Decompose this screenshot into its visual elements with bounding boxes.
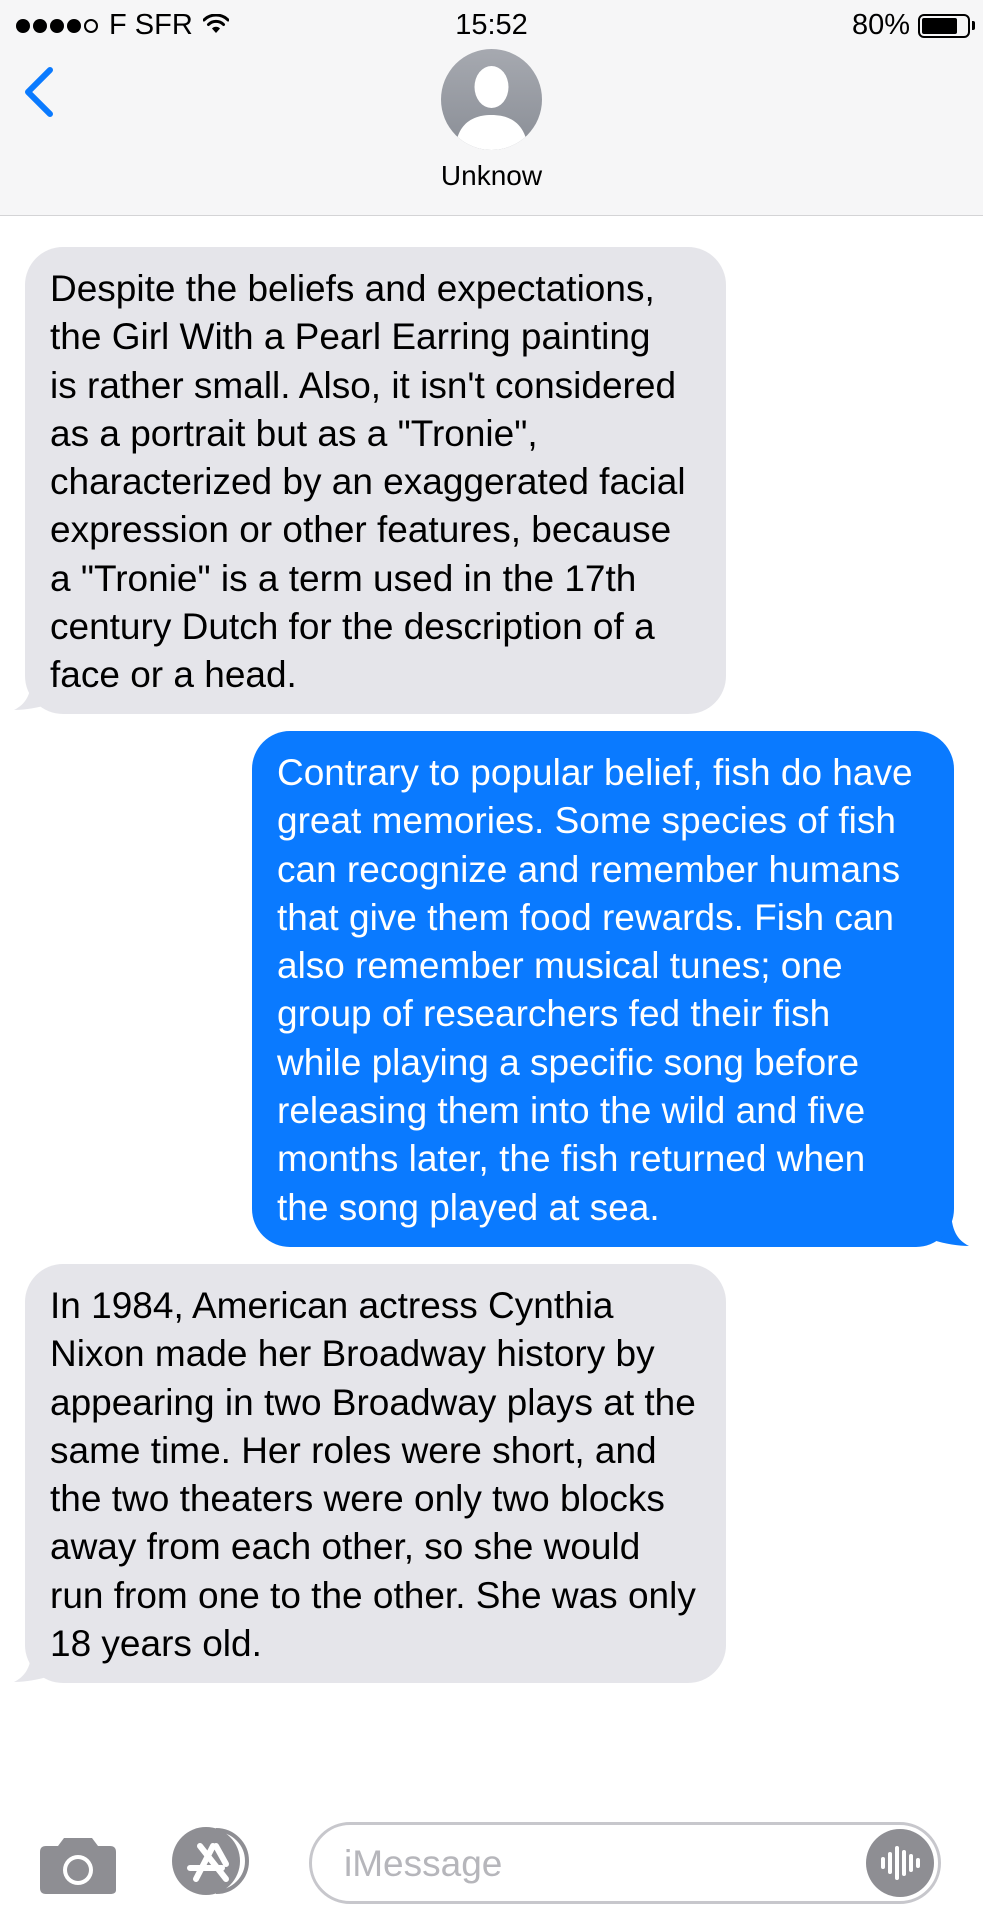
imessage-input[interactable] bbox=[342, 1837, 866, 1891]
conversation-header: F SFR 15:52 80% Unknow bbox=[0, 0, 983, 216]
battery-fill bbox=[922, 17, 958, 34]
contact-avatar[interactable] bbox=[441, 49, 542, 150]
chevron-left-icon bbox=[25, 67, 53, 117]
message-field[interactable] bbox=[309, 1822, 941, 1904]
status-bar: F SFR 15:52 80% bbox=[0, 0, 983, 52]
message-bubble-received[interactable]: Despite the beliefs and expectations, th… bbox=[25, 247, 726, 714]
waveform-icon bbox=[881, 1846, 920, 1880]
camera-icon bbox=[40, 1838, 116, 1894]
audio-message-button[interactable] bbox=[866, 1829, 934, 1897]
back-button[interactable] bbox=[20, 62, 60, 122]
message-bubble-sent[interactable]: Contrary to popular belief, fish do have… bbox=[252, 731, 954, 1247]
message-input-bar bbox=[0, 1790, 983, 1920]
status-time: 15:52 bbox=[455, 9, 528, 41]
message-bubble-received[interactable]: In 1984, American actress Cynthia Nixon … bbox=[25, 1264, 726, 1683]
app-store-button[interactable] bbox=[168, 1824, 260, 1903]
camera-button[interactable] bbox=[38, 1834, 118, 1901]
person-silhouette-icon bbox=[455, 66, 528, 150]
battery-percent: 80% bbox=[851, 9, 910, 41]
contact-name[interactable]: Unknow bbox=[0, 160, 983, 192]
battery-indicator: 80% bbox=[852, 9, 975, 42]
battery-tip bbox=[972, 21, 975, 30]
app-store-icon bbox=[172, 1827, 249, 1895]
battery-icon bbox=[918, 13, 970, 38]
